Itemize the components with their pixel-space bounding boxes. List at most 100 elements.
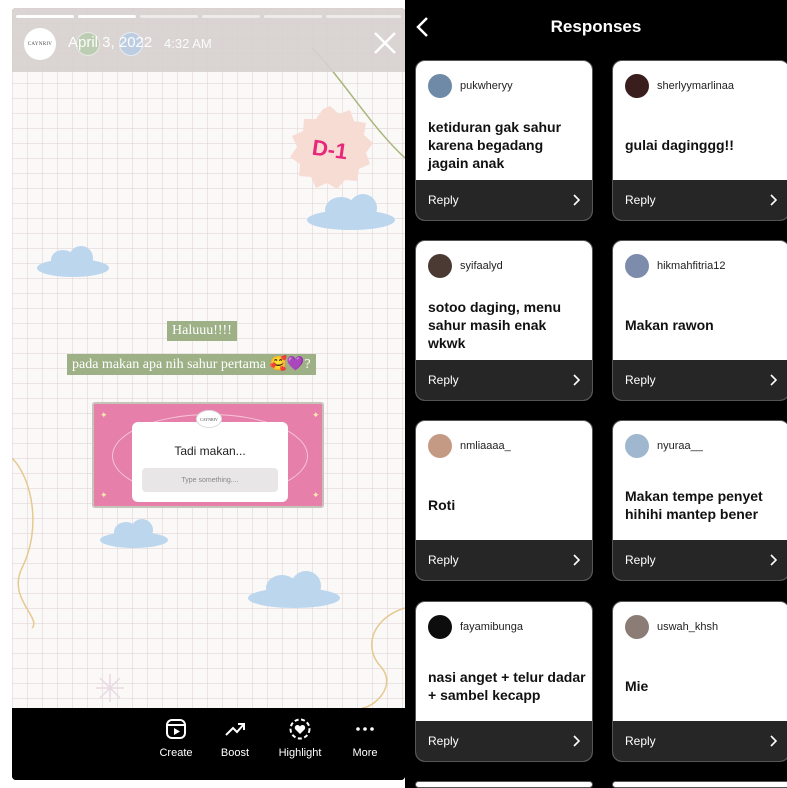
story-canvas[interactable]: D-1 Haluuu!!!! pada makan apa nih sahur … <box>12 8 405 708</box>
reply-label: Reply <box>428 553 459 567</box>
response-text: gulai daginggg!! <box>625 137 734 153</box>
chevron-right-icon <box>573 194 580 206</box>
boost-label: Boost <box>220 747 250 759</box>
story-progress-segment <box>78 15 136 18</box>
response-card[interactable]: hikmahfitria12 Makan rawon Reply <box>612 240 787 401</box>
reels-create-icon <box>166 719 186 739</box>
reply-label: Reply <box>428 734 459 748</box>
question-line-text: pada makan apa nih sahur pertama 🥰💜? <box>67 354 316 375</box>
sparkle-icon: ✦ <box>100 410 108 420</box>
reply-button[interactable]: Reply <box>416 721 592 761</box>
response-card[interactable]: pukwheryy ketiduran gak sahur karena bega… <box>415 60 593 221</box>
user-avatar[interactable] <box>625 615 649 639</box>
reply-label: Reply <box>428 193 459 207</box>
story-progress-segment <box>202 15 260 18</box>
response-username: fayamibunga <box>460 621 523 633</box>
highlight-heart-icon <box>289 718 311 740</box>
reply-button[interactable]: Reply <box>613 360 787 400</box>
chevron-right-icon <box>770 194 777 206</box>
reply-label: Reply <box>428 373 459 387</box>
reply-button[interactable]: Reply <box>416 360 592 400</box>
reply-button[interactable]: Reply <box>613 180 787 220</box>
more-dots-icon <box>356 727 374 731</box>
more-button[interactable]: More <box>335 718 395 759</box>
reply-label: Reply <box>625 734 656 748</box>
reply-label: Reply <box>625 193 656 207</box>
response-card[interactable]: nmliaaaa_ Roti Reply <box>415 420 593 581</box>
user-avatar[interactable] <box>625 434 649 458</box>
story-progress-segment <box>326 15 401 18</box>
cloud-icon <box>307 194 395 230</box>
close-icon[interactable] <box>372 30 398 56</box>
response-username: sherlyymarlinaa <box>657 80 735 92</box>
response-username: uswah_khsh <box>657 621 719 633</box>
response-card-partial[interactable] <box>612 781 787 788</box>
chevron-right-icon <box>573 374 580 386</box>
user-avatar[interactable] <box>428 615 452 639</box>
response-user[interactable]: syifaalyd <box>428 253 503 279</box>
story-time: 4:32 AM <box>164 36 212 51</box>
story-progress-segment <box>264 15 322 18</box>
story-progress-segment <box>16 15 74 18</box>
user-avatar[interactable] <box>428 434 452 458</box>
reply-button[interactable]: Reply <box>416 180 592 220</box>
cloud-icon <box>100 519 168 548</box>
cloud-icon <box>37 246 109 277</box>
response-username: pukwheryy <box>460 80 513 92</box>
story-account-avatar[interactable]: CAYNRIV <box>24 28 56 60</box>
flower-icon <box>96 674 124 702</box>
question-answer-input[interactable]: Type something.... <box>142 468 278 492</box>
response-user[interactable]: pukwheryy <box>428 73 513 99</box>
responses-panel: Responses pukwheryy ketiduran gak sahur k… <box>405 0 787 788</box>
story-date: April 3, 2022 <box>68 34 153 51</box>
sparkle-icon: ✦ <box>312 490 320 500</box>
story-progress-segment <box>140 15 198 18</box>
response-text: ketiduran gak sahur karena begadang jaga… <box>428 119 562 171</box>
response-user[interactable]: nmliaaaa_ <box>428 433 511 459</box>
boost-button[interactable]: Boost <box>205 718 265 759</box>
reply-button[interactable]: Reply <box>613 721 787 761</box>
story-header: CAYNRIV April 3, 2022 4:32 AM <box>12 8 405 72</box>
user-avatar[interactable] <box>625 254 649 278</box>
user-avatar[interactable] <box>625 74 649 98</box>
squiggle-line-right <box>361 607 405 708</box>
response-user[interactable]: nyuraa__ <box>625 433 703 459</box>
response-card[interactable]: fayamibunga nasi anget + telur dadar + sa… <box>415 601 593 762</box>
question-sticker[interactable]: ✦ ✦ ✦ ✦ Tadi makan... Type something....… <box>92 402 324 508</box>
response-text: Makan tempe penyet hihihi mantep bener <box>625 488 763 522</box>
response-username: nyuraa__ <box>657 440 703 452</box>
chevron-right-icon <box>573 554 580 566</box>
d1-badge-text: D-1 <box>310 135 349 165</box>
response-user[interactable]: sherlyymarlinaa <box>625 73 734 99</box>
more-label: More <box>352 747 378 759</box>
question-prompt: Tadi makan... <box>174 444 246 458</box>
chevron-right-icon <box>770 554 777 566</box>
user-avatar[interactable] <box>428 74 452 98</box>
response-user[interactable]: fayamibunga <box>428 614 523 640</box>
user-avatar[interactable] <box>428 254 452 278</box>
highlight-button[interactable]: Highlight <box>270 718 330 759</box>
response-user[interactable]: hikmahfitria12 <box>625 253 725 279</box>
response-username: nmliaaaa_ <box>460 440 511 452</box>
reply-button[interactable]: Reply <box>613 540 787 580</box>
response-card[interactable]: uswah_khsh Mie Reply <box>612 601 787 762</box>
greeting-text: Haluuu!!!! <box>167 321 237 341</box>
response-card[interactable]: syifaalyd sotoo daging, menu sahur masih … <box>415 240 593 401</box>
story-toolbar: Create Boost Highlight More <box>12 708 405 780</box>
create-button[interactable]: Create <box>146 718 206 759</box>
responses-title: Responses <box>550 17 642 36</box>
response-card-partial[interactable] <box>415 781 593 788</box>
reply-label: Reply <box>625 553 656 567</box>
response-text: nasi anget + telur dadar + sambel kecapp <box>428 669 586 703</box>
chevron-right-icon <box>770 735 777 747</box>
d1-badge-icon: D-1 <box>290 106 373 189</box>
response-text: Makan rawon <box>625 317 714 333</box>
reply-button[interactable]: Reply <box>416 540 592 580</box>
sparkle-icon: ✦ <box>312 410 320 420</box>
response-card[interactable]: nyuraa__ Makan tempe penyet hihihi mantep… <box>612 420 787 581</box>
response-card[interactable]: sherlyymarlinaa gulai daginggg!! Reply <box>612 60 787 221</box>
squiggle-line-left <box>12 457 35 629</box>
cloud-icon <box>248 571 340 608</box>
response-user[interactable]: uswah_khsh <box>625 614 718 640</box>
highlight-label: Highlight <box>278 747 322 759</box>
